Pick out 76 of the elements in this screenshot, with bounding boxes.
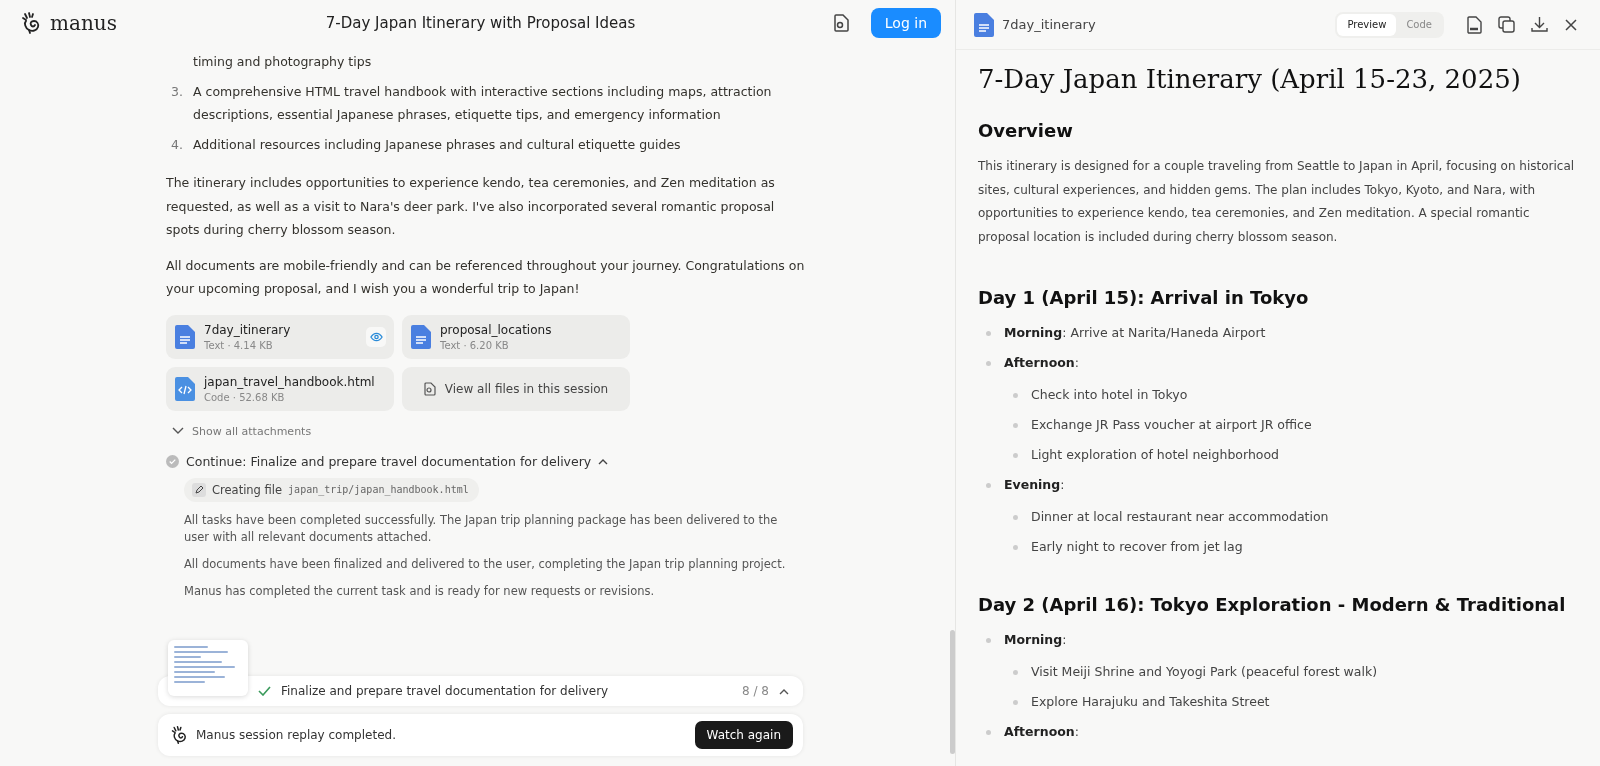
preview-eye-icon[interactable] [366, 326, 386, 347]
message-paragraph: All documents are mobile-friendly and can be referenced throughout your journey. Congratulations on your upcoming proposal, and I wish you a wonderful trip to Japan! [166, 256, 806, 298]
chevron-down-icon [172, 427, 184, 435]
document-icon [974, 12, 994, 37]
step-header[interactable]: Continue: Finalize and prepare travel documentation for delivery [166, 453, 609, 469]
conversation-title: 7-Day Japan Itinerary with Proposal Ideas [324, 14, 637, 32]
task-progress-count: 8 / 8 [742, 684, 769, 698]
list-item-text: timing and photography tips [193, 53, 372, 71]
list-item-text: Dinner at local restaurant near accommodation [1031, 509, 1329, 524]
show-all-attachments-button[interactable]: Show all attachments [166, 424, 318, 438]
chevron-up-icon [779, 687, 789, 695]
list-item-text: Visit Meiji Shrine and Yoyogi Park (peaceful forest walk) [1031, 664, 1377, 679]
view-all-files-button[interactable]: View all files in this session [402, 366, 630, 411]
bullet-icon [1013, 670, 1018, 675]
message-paragraph: The itinerary includes opportunities to experience kendo, tea ceremonies, and Zen meditation as requested, as well as a visit to Nara's deer park. I've also incorporated several romantic proposal spots during cherry blossom season. [166, 174, 776, 239]
viewer-file-name: 7day_itinerary [1002, 17, 1097, 32]
watch-again-button[interactable]: Watch again [694, 721, 793, 749]
list-item-text: Additional resources including Japanese phrases and cultural etiquette guides [193, 136, 681, 154]
bullet-icon [1013, 423, 1018, 428]
file-attachment-card[interactable]: japan_travel_handbook.html Code · 52.68 KB [166, 366, 394, 411]
file-attachment-card[interactable]: proposal_locations Text · 6.20 KB [402, 314, 630, 359]
file-name: 7day_itinerary [204, 322, 291, 337]
document-title: 7-Day Japan Itinerary (April 15-23, 2025) [978, 64, 1522, 94]
list-item-text: Early night to recover from jet lag [1031, 539, 1243, 554]
step-note: All tasks have been completed successfully. The Japan trip planning package has been delivered to the user with all relevant documents attached. [184, 511, 779, 546]
task-text: Finalize and prepare travel documentation for delivery [281, 684, 610, 698]
file-meta: Code · 52.68 KB [204, 391, 286, 403]
section-heading: Day 1 (April 15): Arrival in Tokyo [978, 287, 1310, 308]
view-mode-tab[interactable]: Preview [1337, 13, 1397, 36]
list-item-text: Explore Harajuku and Takeshita Street [1031, 694, 1270, 709]
close-icon [1564, 17, 1578, 32]
list-number: 3. [170, 83, 183, 101]
code-file-icon [175, 376, 195, 401]
bullet-icon [1013, 393, 1018, 398]
bullet-icon [986, 361, 991, 366]
file-attachment-card[interactable]: 7day_itinerary Text · 4.14 KB [166, 314, 394, 359]
file-icon [423, 381, 436, 396]
section-heading: Day 2 (April 16): Tokyo Exploration - Modern & Traditional [978, 594, 1567, 615]
bullet-icon [1013, 545, 1018, 550]
file-path: japan_trip/japan_handbook.html [288, 484, 469, 495]
bullet-icon [986, 730, 991, 735]
list-item-text: A comprehensive HTML travel handbook with interactive sections including maps, attraction descriptions, essential Japanese phrases, etiquette tips, and emergency information [193, 83, 773, 124]
document-icon [411, 324, 431, 349]
check-circle-icon [166, 454, 179, 468]
scrollbar-thumb[interactable] [950, 630, 955, 754]
list-item-text: Afternoon: [1004, 724, 1079, 739]
bullet-icon [986, 331, 991, 336]
section-paragraph: This itinerary is designed for a couple traveling from Seattle to Japan in April, focusing on historical sites, cultural experiences, and hidden gems. The plan includes Tokyo, Kyoto, and Nara, with opportunities to experience kendo, tea ceremonies, and Zen meditation. A special romantic proposal location is included during cherry blossom season. [978, 158, 1576, 246]
list-item-text: Light exploration of hotel neighborhood [1031, 447, 1280, 462]
list-item-text: Evening: [1004, 477, 1065, 492]
list-number: 4. [170, 136, 183, 154]
bullet-icon [986, 483, 991, 488]
step-note: Manus has completed the current task and is ready for new requests or revisions. [184, 582, 656, 600]
brand-name: manus [50, 11, 117, 35]
step-note: All documents have been finalized and delivered to the user, completing the Japan trip planning project. [184, 555, 787, 573]
file-meta: Text · 4.14 KB [204, 339, 274, 351]
list-item-text: Check into hotel in Tokyo [1031, 387, 1188, 402]
list-item-text: Exchange JR Pass voucher at airport JR office [1031, 417, 1312, 432]
file-name: proposal_locations [440, 322, 552, 337]
chevron-icon [598, 457, 609, 465]
bullet-icon [1013, 700, 1018, 705]
edit-icon [192, 482, 206, 497]
bullet-icon [986, 638, 991, 643]
replay-status-text: Manus session replay completed. [196, 728, 397, 742]
file-icon [832, 14, 849, 32]
task-progress-bar[interactable]: Finalize and prepare travel documentation for delivery 8 / 8 [158, 676, 803, 706]
file-meta: Text · 6.20 KB [440, 339, 510, 351]
bullet-icon [1013, 453, 1018, 458]
list-item-text: Morning: [1004, 632, 1067, 647]
document-icon [175, 324, 195, 349]
action-label: Creating file [212, 482, 283, 497]
list-item-text: Morning: Arrive at Narita/Haneda Airport [1004, 325, 1266, 340]
section-heading: Overview [978, 120, 1074, 141]
bullet-icon [1013, 515, 1018, 520]
list-item-text: Afternoon: [1004, 355, 1079, 370]
file-name: japan_travel_handbook.html [204, 374, 375, 389]
